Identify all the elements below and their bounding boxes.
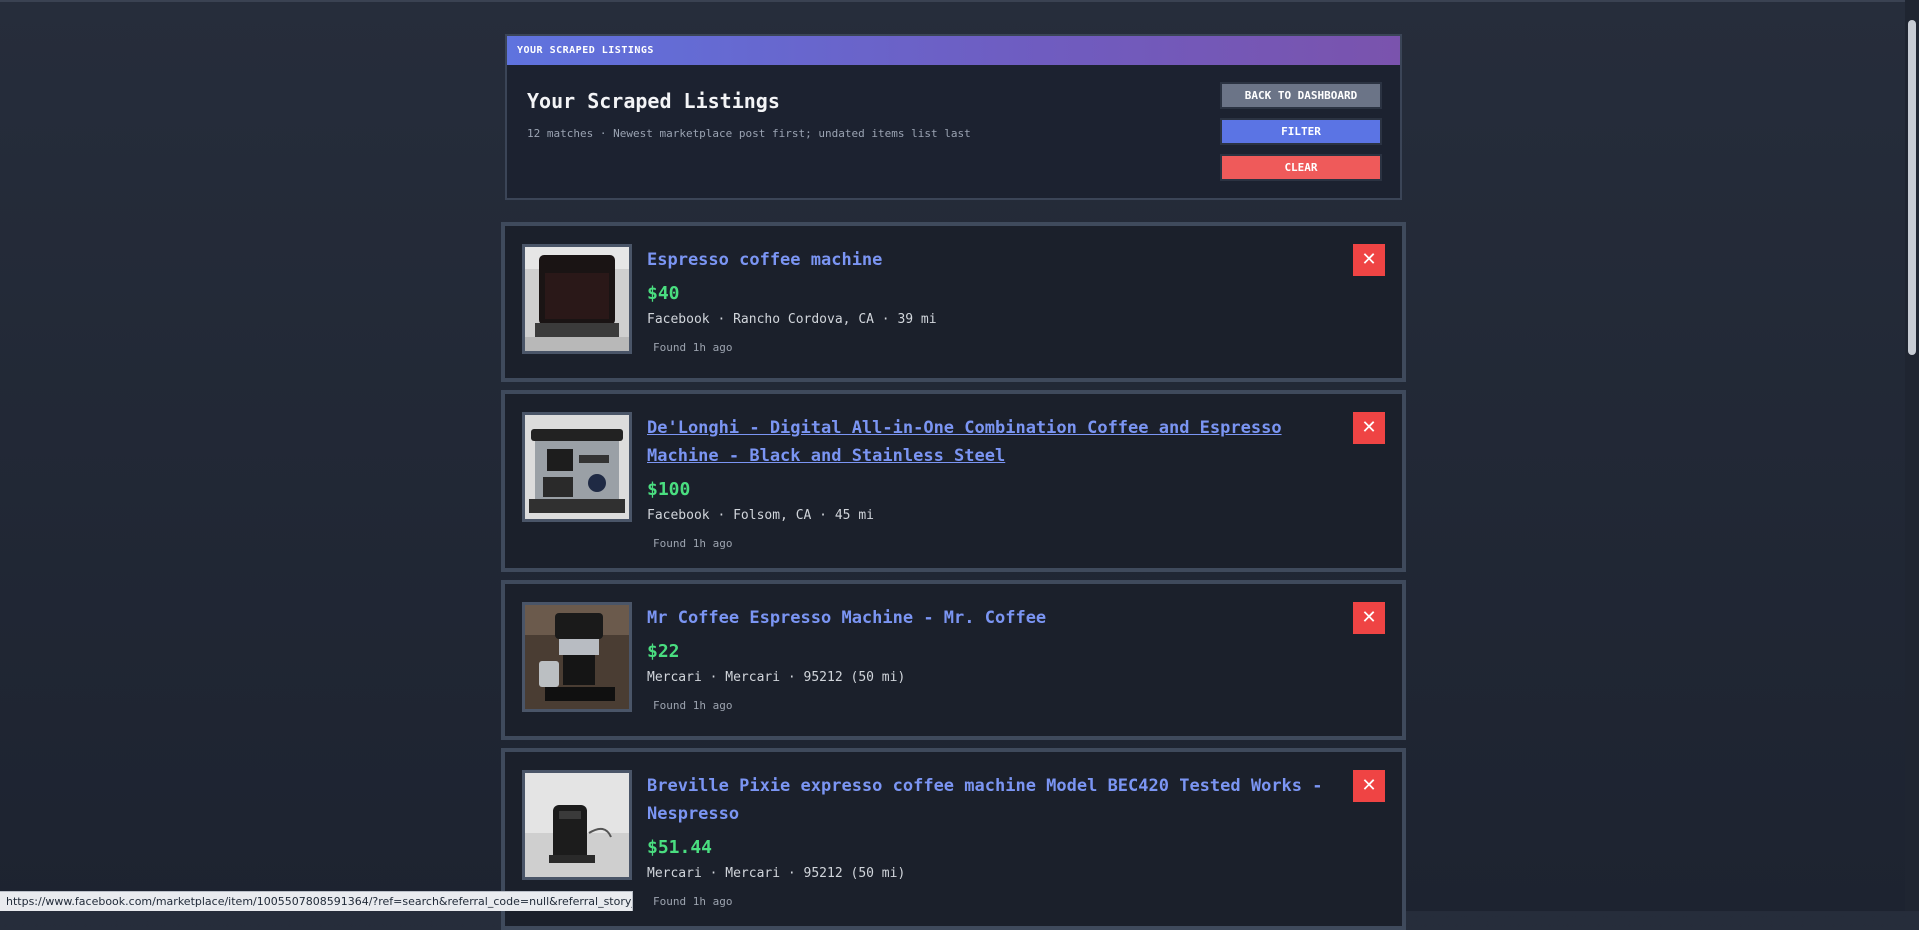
espresso-machine-image	[525, 247, 629, 351]
listing-title-link[interactable]: Breville Pixie expresso coffee machine M…	[647, 772, 1327, 828]
listing-card: Breville Pixie expresso coffee machine M…	[501, 748, 1406, 930]
filter-button[interactable]: FILTER	[1220, 118, 1382, 145]
window-top-border	[0, 0, 1919, 2]
listing-price: $51.44	[647, 837, 712, 858]
listing-meta: Mercari · Mercari · 95212 (50 mi)	[647, 866, 905, 881]
listing-meta: Facebook · Folsom, CA · 45 mi	[647, 508, 874, 523]
delete-listing-button[interactable]: ✕	[1353, 244, 1385, 276]
listing-found-time: Found 1h ago	[653, 699, 732, 712]
listing-title-link[interactable]: Espresso coffee machine	[647, 246, 1327, 274]
coffee-espresso-combo-image	[525, 415, 629, 519]
listing-title-link[interactable]: De'Longhi - Digital All-in-One Combinati…	[647, 414, 1327, 470]
listing-meta: Mercari · Mercari · 95212 (50 mi)	[647, 670, 905, 685]
listing-meta: Facebook · Rancho Cordova, CA · 39 mi	[647, 312, 937, 327]
header-body: Your Scraped Listings 12 matches · Newes…	[507, 65, 1400, 140]
listing-price: $100	[647, 479, 690, 500]
mr-coffee-machine-image	[525, 605, 629, 709]
header-actions: BACK TO DASHBOARD FILTER CLEAR	[1220, 82, 1382, 190]
link-status-bar: https://www.facebook.com/marketplace/ite…	[0, 891, 633, 911]
listing-found-time: Found 1h ago	[653, 341, 732, 354]
scrollbar-thumb[interactable]	[1908, 20, 1916, 355]
clear-button[interactable]: CLEAR	[1220, 154, 1382, 181]
listing-card: Mr Coffee Espresso Machine - Mr. Coffee …	[501, 580, 1406, 740]
nespresso-pixie-image	[525, 773, 629, 877]
delete-listing-button[interactable]: ✕	[1353, 412, 1385, 444]
delete-listing-button[interactable]: ✕	[1353, 602, 1385, 634]
listing-thumbnail[interactable]	[522, 244, 632, 354]
main-container: YOUR SCRAPED LISTINGS Your Scraped Listi…	[505, 34, 1402, 200]
listing-found-time: Found 1h ago	[653, 537, 732, 550]
listing-card: De'Longhi - Digital All-in-One Combinati…	[501, 390, 1406, 572]
listing-title-link[interactable]: Mr Coffee Espresso Machine - Mr. Coffee	[647, 604, 1327, 632]
listing-thumbnail[interactable]	[522, 770, 632, 880]
listing-thumbnail[interactable]	[522, 412, 632, 522]
panel-title-bar: YOUR SCRAPED LISTINGS	[507, 36, 1400, 65]
listing-found-time: Found 1h ago	[653, 895, 732, 908]
listings-header-panel: YOUR SCRAPED LISTINGS Your Scraped Listi…	[505, 34, 1402, 200]
listing-card: Espresso coffee machine $40 Facebook · R…	[501, 222, 1406, 382]
listing-thumbnail[interactable]	[522, 602, 632, 712]
listing-price: $40	[647, 283, 680, 304]
vertical-scrollbar[interactable]	[1905, 0, 1919, 911]
listing-price: $22	[647, 641, 680, 662]
back-to-dashboard-button[interactable]: BACK TO DASHBOARD	[1220, 82, 1382, 109]
delete-listing-button[interactable]: ✕	[1353, 770, 1385, 802]
